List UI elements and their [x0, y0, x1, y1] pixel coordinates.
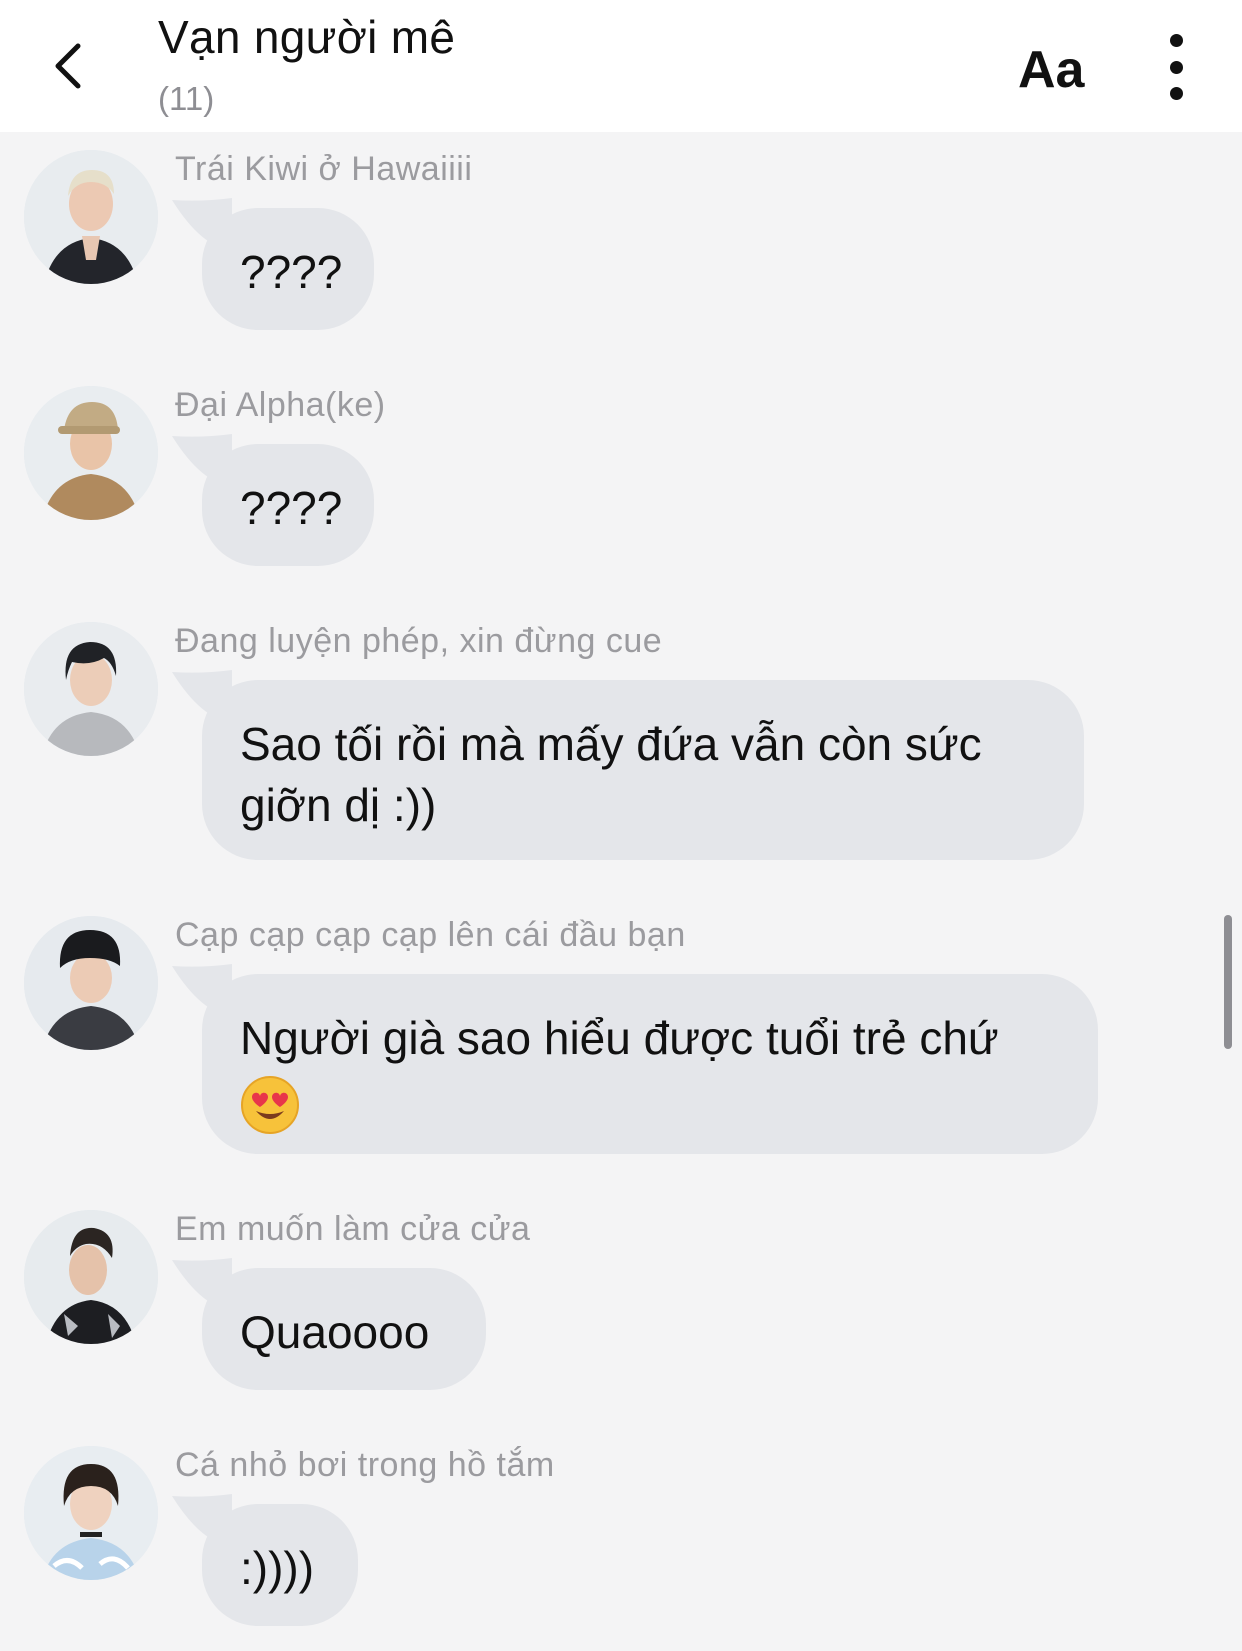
chat-title[interactable]: Vạn người mê: [158, 10, 455, 64]
more-dot-icon: [1169, 34, 1183, 47]
message-text: ????: [240, 482, 343, 534]
avatar[interactable]: [24, 1446, 158, 1580]
sender-name: Cá nhỏ bơi trong hồ tắm: [175, 1446, 555, 1484]
message-text: ????: [240, 246, 343, 298]
more-dot-icon: [1169, 60, 1183, 74]
font-size-button[interactable]: Aa: [1018, 40, 1084, 100]
sender-name: Cạp cạp cạp cạp lên cái đầu bạn: [175, 916, 686, 954]
message-bubble[interactable]: ????: [202, 444, 374, 566]
message-bubble[interactable]: ????: [202, 208, 374, 330]
message-text-line: giỡn dị :)): [240, 779, 437, 831]
member-count: (11): [158, 80, 215, 117]
chat-header: Vạn người mê (11) Aa: [0, 0, 1242, 132]
smiling-face-with-heart-eyes-emoji: [241, 1075, 299, 1134]
sender-name: Trái Kiwi ở Hawaiiii: [175, 150, 473, 188]
message-bubble[interactable]: Quaoooo: [202, 1268, 486, 1390]
sender-name: Em muốn làm cửa cửa: [175, 1210, 531, 1248]
message-text: :)))): [240, 1542, 315, 1594]
sender-name: Đang luyện phép, xin đừng cue: [175, 622, 663, 660]
message-bubble[interactable]: Sao tối rồi mà mấy đứa vẫn còn sức giỡn …: [202, 680, 1084, 860]
avatar[interactable]: [24, 1210, 158, 1344]
message-bubble[interactable]: :)))): [202, 1504, 358, 1626]
back-button[interactable]: [40, 38, 96, 94]
avatar[interactable]: [24, 622, 158, 756]
sender-name: Đại Alpha(ke): [175, 386, 386, 424]
avatar[interactable]: [24, 916, 158, 1050]
more-options-button[interactable]: [1158, 34, 1194, 100]
chevron-left-icon: [55, 43, 81, 89]
message-bubble[interactable]: Người già sao hiểu được tuổi trẻ chứ: [202, 974, 1098, 1154]
message-text: Quaoooo: [240, 1306, 430, 1358]
message-text-line: Sao tối rồi mà mấy đứa vẫn còn sức: [240, 718, 982, 770]
scrollbar[interactable]: [1224, 915, 1232, 1049]
avatar[interactable]: [24, 386, 158, 520]
avatar[interactable]: [24, 150, 158, 284]
message-text-line: Người già sao hiểu được tuổi trẻ chứ: [240, 1012, 999, 1064]
more-dot-icon: [1169, 87, 1183, 100]
